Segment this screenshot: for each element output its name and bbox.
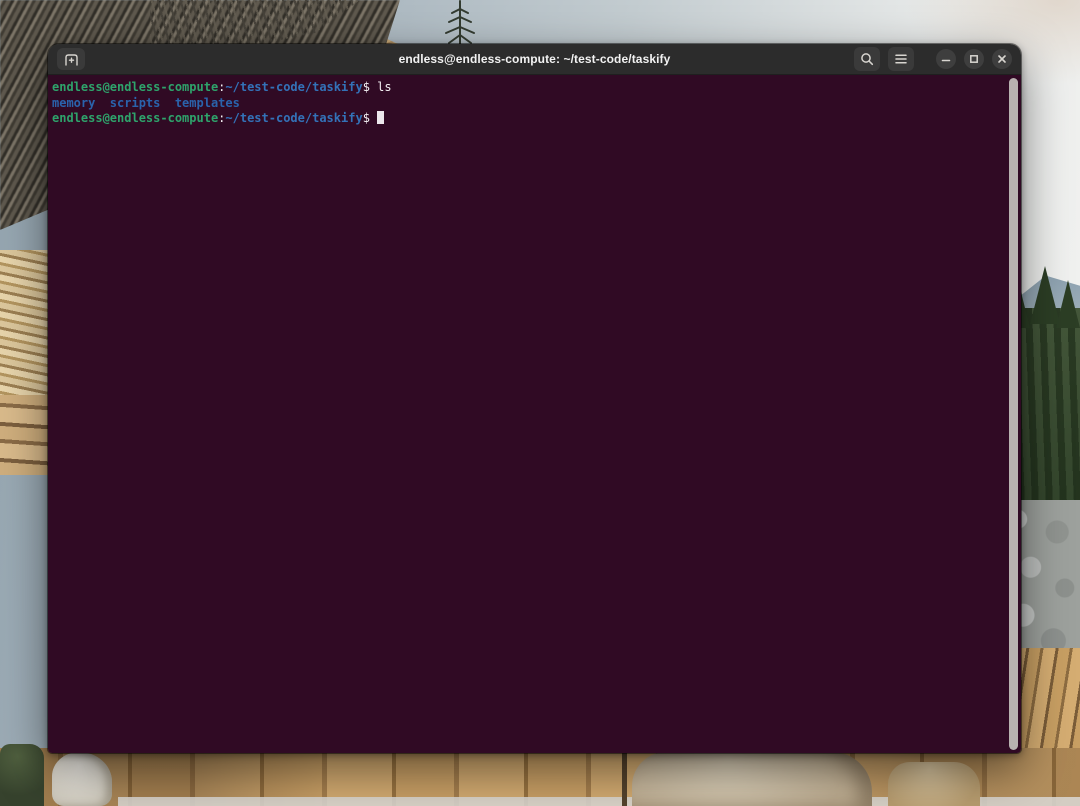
terminal-window: endless@endless-compute: ~/test-code/tas… bbox=[48, 44, 1021, 753]
new-tab-button[interactable] bbox=[57, 48, 85, 70]
prompt-user: endless@endless-compute bbox=[52, 80, 218, 94]
wallpaper-stone bbox=[632, 752, 872, 806]
wallpaper-stone bbox=[888, 762, 980, 806]
maximize-button[interactable] bbox=[964, 49, 984, 69]
close-button[interactable] bbox=[992, 49, 1012, 69]
window-title: endless@endless-compute: ~/test-code/tas… bbox=[399, 52, 671, 66]
terminal-line: endless@endless-compute:~/test-code/task… bbox=[52, 80, 1007, 96]
command-text: ls bbox=[377, 80, 391, 94]
terminal-cursor bbox=[377, 111, 384, 124]
wallpaper-plant bbox=[0, 744, 44, 806]
wallpaper-post bbox=[622, 750, 627, 806]
prompt-user: endless@endless-compute bbox=[52, 111, 218, 125]
terminal-output: endless@endless-compute:~/test-code/task… bbox=[52, 80, 1007, 127]
search-button[interactable] bbox=[854, 47, 880, 71]
maximize-icon bbox=[969, 54, 979, 64]
minimize-button[interactable] bbox=[936, 49, 956, 69]
minimize-icon bbox=[941, 54, 951, 64]
search-icon bbox=[860, 52, 874, 66]
close-icon bbox=[997, 54, 1007, 64]
wallpaper-conifer-silhouette bbox=[438, 0, 482, 46]
window-titlebar[interactable]: endless@endless-compute: ~/test-code/tas… bbox=[48, 44, 1021, 75]
prompt-symbol: $ bbox=[363, 80, 377, 94]
ls-output: memory scripts templates bbox=[52, 96, 240, 110]
terminal-screen[interactable]: endless@endless-compute:~/test-code/task… bbox=[48, 75, 1021, 753]
hamburger-menu-icon bbox=[895, 54, 907, 64]
prompt-path: ~/test-code/taskify bbox=[225, 80, 362, 94]
prompt-path: ~/test-code/taskify bbox=[225, 111, 362, 125]
new-tab-icon bbox=[64, 53, 79, 66]
terminal-line: memory scripts templates bbox=[52, 96, 1007, 112]
prompt-symbol: $ bbox=[363, 111, 377, 125]
terminal-scrollbar[interactable] bbox=[1009, 78, 1018, 750]
terminal-line: endless@endless-compute:~/test-code/task… bbox=[52, 111, 1007, 127]
menu-button[interactable] bbox=[888, 47, 914, 71]
